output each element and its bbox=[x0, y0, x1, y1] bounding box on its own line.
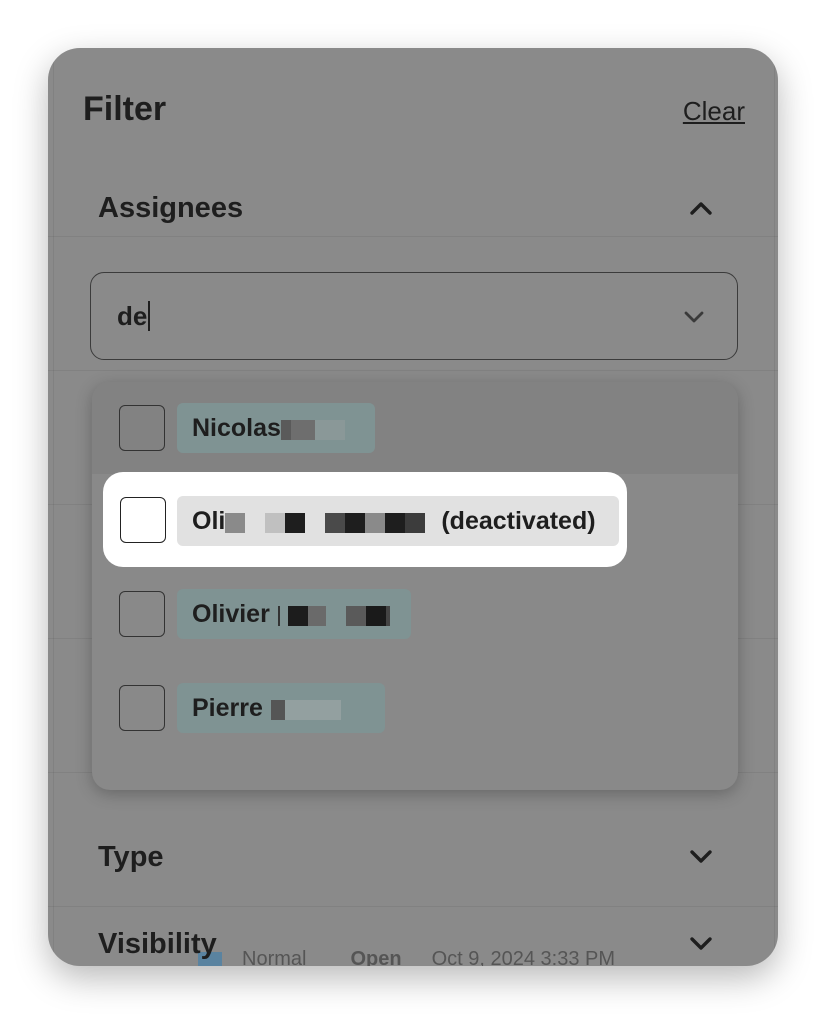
visibility-label: Visibility bbox=[98, 927, 217, 960]
assignee-chip: Pierre bbox=[177, 683, 385, 733]
redacted-text bbox=[225, 511, 426, 533]
option-checkbox[interactable] bbox=[119, 405, 165, 451]
assignee-search-input[interactable]: de bbox=[90, 272, 738, 360]
assignees-section-header[interactable]: Assignees bbox=[98, 188, 714, 228]
assignee-name: Nicolas bbox=[192, 413, 281, 442]
redacted-text bbox=[270, 698, 341, 720]
redacted-text bbox=[277, 604, 390, 626]
option-checkbox[interactable] bbox=[119, 685, 165, 731]
redacted-text bbox=[280, 418, 345, 440]
assignee-chip: Oli (deactivated) bbox=[177, 496, 619, 546]
assignees-label: Assignees bbox=[98, 191, 244, 224]
chevron-down-icon bbox=[688, 931, 714, 957]
background-divider bbox=[48, 370, 778, 371]
background-divider bbox=[53, 48, 54, 966]
assignee-name: Olivier bbox=[192, 599, 270, 628]
text-caret bbox=[148, 301, 151, 331]
chevron-down-icon[interactable] bbox=[681, 304, 707, 330]
highlighted-option[interactable]: Oli (deactivated) bbox=[103, 472, 627, 567]
type-section-header[interactable]: Type bbox=[98, 837, 714, 877]
filter-title: Filter bbox=[83, 90, 167, 128]
visibility-section-header[interactable]: Visibility bbox=[98, 924, 714, 964]
option-checkbox[interactable] bbox=[120, 497, 166, 543]
assignee-name: Pierre bbox=[192, 693, 263, 722]
clear-button[interactable]: Clear bbox=[683, 96, 745, 127]
background-divider bbox=[48, 906, 778, 907]
background-divider bbox=[48, 236, 778, 237]
assignee-options-list: Nicolas Olivier Pierre bbox=[92, 382, 738, 790]
type-label: Type bbox=[98, 840, 164, 873]
chevron-up-icon bbox=[688, 195, 714, 221]
deactivated-label: (deactivated) bbox=[441, 506, 596, 535]
search-input-value: de bbox=[117, 300, 148, 331]
option-checkbox[interactable] bbox=[119, 591, 165, 637]
list-item-option[interactable]: Nicolas bbox=[92, 382, 738, 474]
list-item-option[interactable]: Olivier bbox=[92, 568, 738, 660]
background-divider bbox=[774, 48, 775, 966]
chevron-down-icon bbox=[688, 844, 714, 870]
assignee-name: Oli bbox=[192, 506, 226, 535]
list-item-option[interactable]: Pierre bbox=[92, 662, 738, 754]
assignee-chip: Nicolas bbox=[177, 403, 375, 453]
assignee-chip: Olivier bbox=[177, 589, 411, 639]
filter-panel: Normal Open Oct 9, 2024 3:33 PM Filter Cle… bbox=[48, 48, 778, 966]
